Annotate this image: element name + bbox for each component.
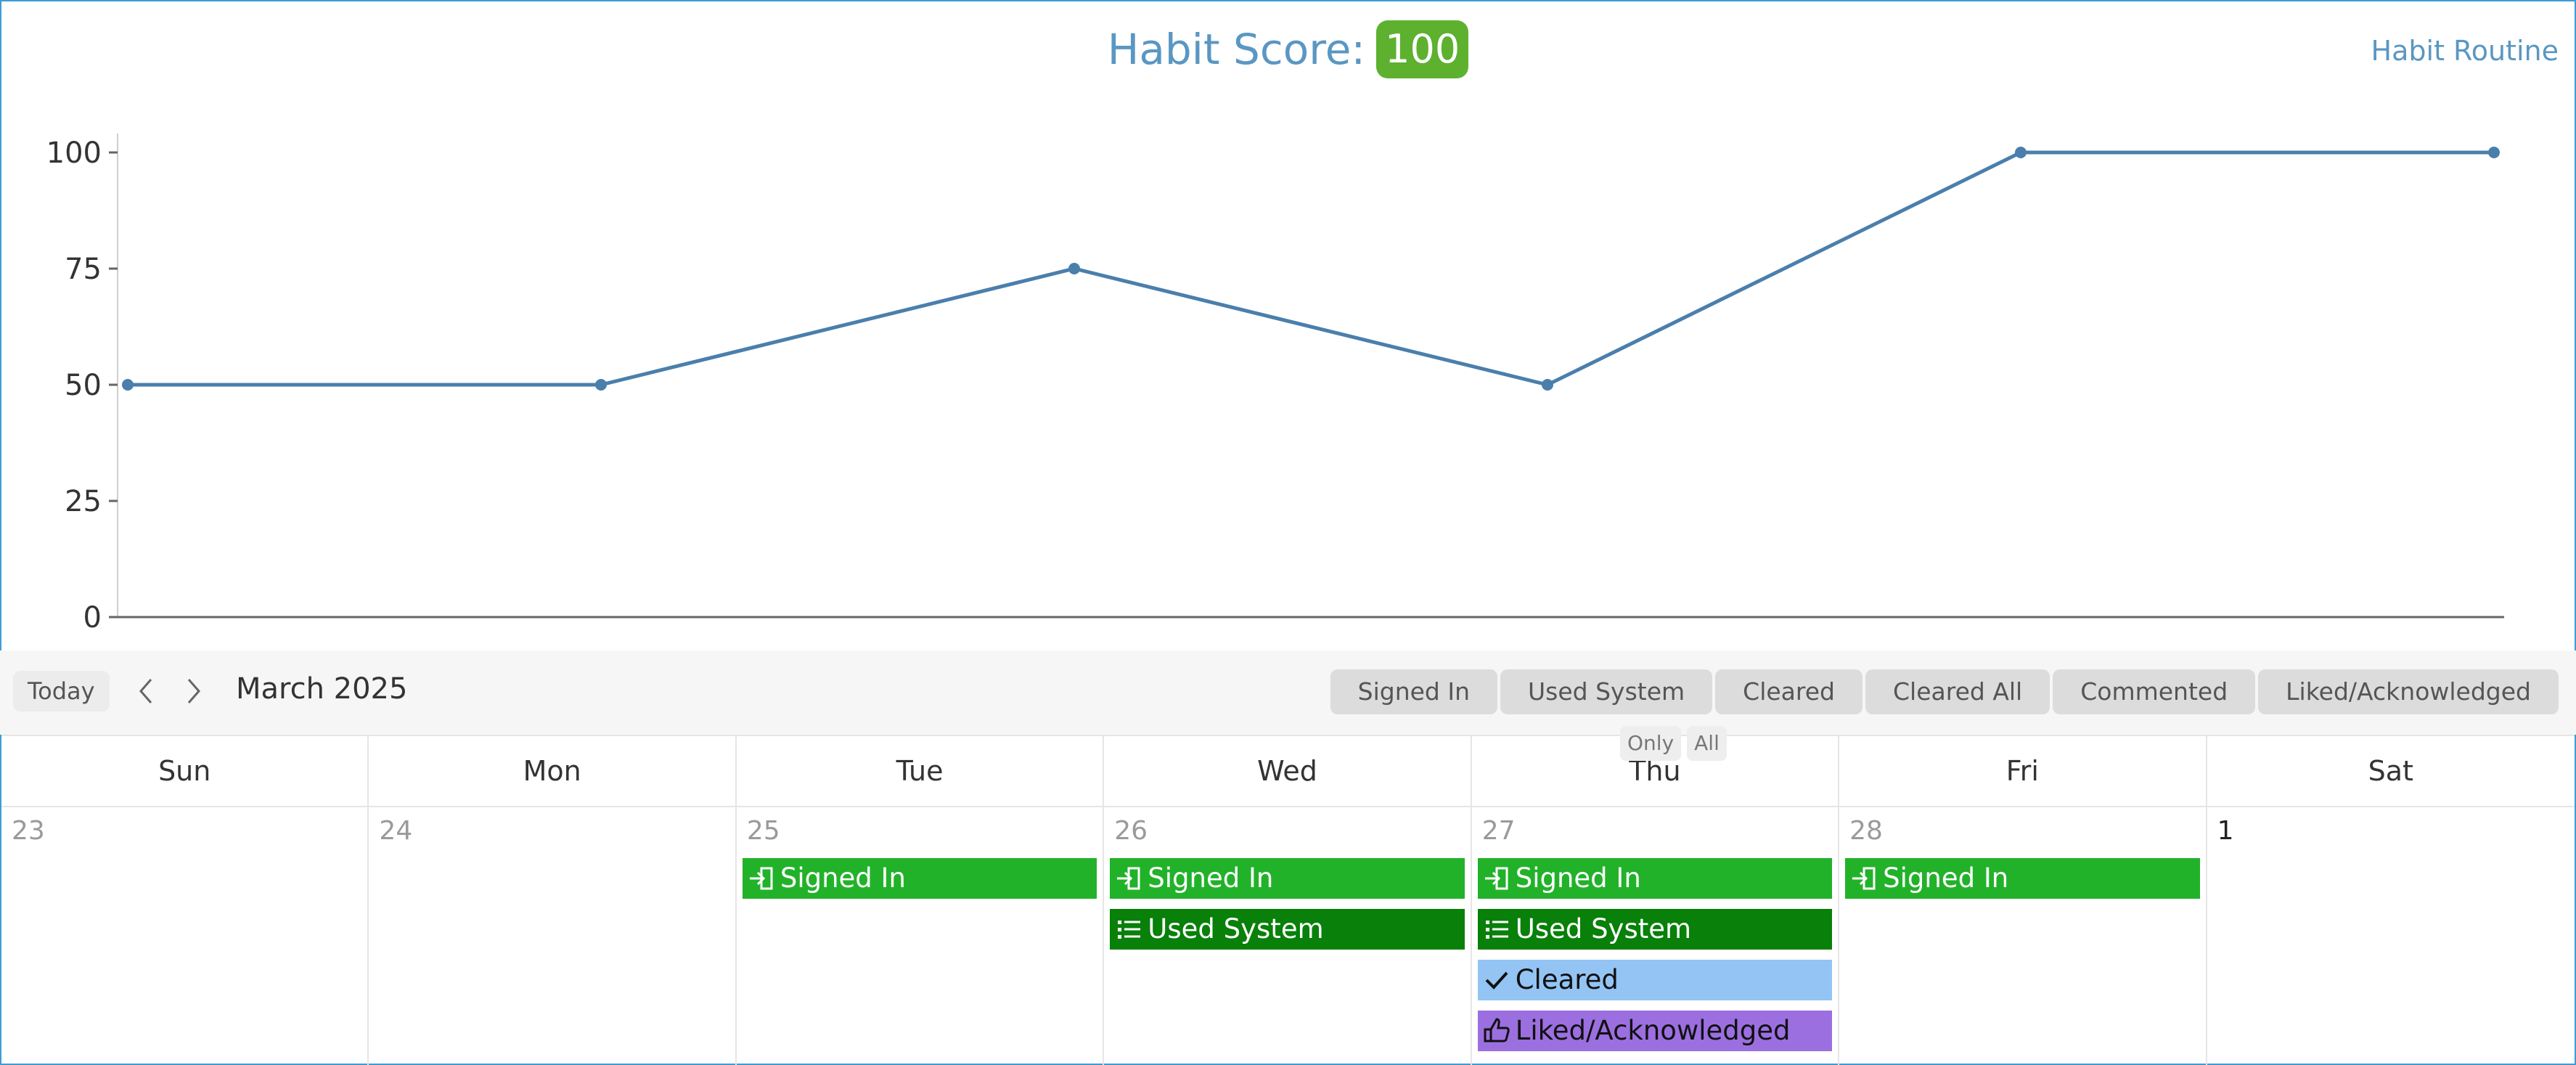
thumbs-up-icon [1484, 1018, 1510, 1042]
calendar-grid: Sun Mon Tue Wed Thu Fri Sat 23 24 25 Sig… [1, 735, 2575, 1065]
filter-commented[interactable]: Commented [2053, 669, 2256, 714]
day-number: 26 [1114, 816, 1148, 846]
dow-wed: Wed [1104, 736, 1472, 806]
filter-used-system[interactable]: Used System [1500, 669, 1713, 714]
event-signed-in[interactable]: Signed In [1845, 858, 2200, 899]
event-filters: Signed In Used System Cleared Cleared Al… [1330, 669, 2559, 714]
event-label: Liked/Acknowledged [1515, 1015, 1791, 1046]
calendar-header: Sun Mon Tue Wed Thu Fri Sat [1, 735, 2575, 807]
day-number: 23 [12, 816, 45, 846]
y-tick-label: 25 [65, 485, 102, 518]
filter-liked[interactable]: Liked/Acknowledged [2258, 669, 2559, 714]
dow-sun: Sun [1, 736, 369, 806]
filter-cleared-all[interactable]: Cleared All [1865, 669, 2050, 714]
day-cell[interactable]: 23 [1, 807, 369, 1065]
filter-signed-in[interactable]: Signed In [1330, 669, 1498, 714]
event-label: Signed In [1515, 862, 1641, 894]
calendar-toolbar: Today March 2025 Signed In Used System C… [0, 650, 2576, 735]
sign-in-icon [749, 867, 773, 890]
y-tick-label: 75 [65, 253, 102, 286]
event-used-system[interactable]: Used System [1477, 909, 1833, 950]
list-icon [1118, 921, 1141, 939]
today-button[interactable]: Today [13, 671, 110, 711]
habit-routine-link[interactable]: Habit Routine [2371, 35, 2559, 67]
check-icon [1485, 971, 1508, 989]
chevron-left-icon[interactable] [132, 677, 161, 706]
y-tick-label: 0 [83, 601, 102, 632]
event-label: Used System [1515, 913, 1692, 944]
filter-popover: Only All [1620, 726, 1727, 761]
event-used-system[interactable]: Used System [1110, 909, 1465, 950]
event-cleared[interactable]: Cleared [1477, 960, 1833, 1000]
event-label: Cleared [1515, 964, 1619, 995]
event-signed-in[interactable]: Signed In [1477, 858, 1833, 899]
series-line [128, 150, 2494, 387]
data-point [2488, 147, 2500, 158]
data-point [1542, 379, 1553, 391]
filter-all-button[interactable]: All [1687, 726, 1727, 761]
calendar-week-row: 23 24 25 Signed In 26 Signed In Used Sys… [1, 807, 2575, 1065]
day-cell[interactable]: 26 Signed In Used System [1104, 807, 1472, 1065]
data-point [1068, 263, 1080, 274]
day-number: 24 [379, 816, 413, 846]
day-cell[interactable]: 1 [2207, 807, 2575, 1065]
day-cell[interactable]: 24 [369, 807, 737, 1065]
data-point [2015, 147, 2027, 158]
filter-cleared[interactable]: Cleared [1715, 669, 1863, 714]
event-label: Used System [1148, 913, 1324, 944]
event-list: Signed In Used System Cleared Liked/Ackn… [1477, 858, 1833, 1051]
day-cell[interactable]: 27 Signed In Used System Cleared Liked/A… [1472, 807, 1840, 1065]
dow-sat: Sat [2368, 755, 2413, 787]
chart-axes: 0 25 50 75 100 [46, 134, 2504, 632]
day-number: 27 [1481, 816, 1516, 846]
sign-in-icon [1117, 867, 1140, 890]
data-point [122, 379, 134, 391]
day-number: 28 [1849, 816, 1883, 846]
sign-in-icon [1484, 867, 1508, 890]
event-liked[interactable]: Liked/Acknowledged [1477, 1011, 1833, 1051]
dow-tue: Tue [737, 736, 1105, 806]
filter-only-button[interactable]: Only [1620, 726, 1682, 761]
sign-in-icon [1852, 867, 1876, 890]
score-label: Habit Score: [1107, 25, 1366, 74]
habit-score-chart: 0 25 50 75 100 [46, 134, 2504, 632]
event-list: Signed In [742, 858, 1097, 899]
month-label: March 2025 [236, 672, 408, 706]
chart-series [122, 147, 2500, 391]
dow-fri: Fri [1839, 736, 2207, 806]
data-point [595, 379, 607, 391]
y-tick-label: 100 [46, 136, 102, 170]
event-label: Signed In [780, 862, 906, 894]
y-tick-label: 50 [65, 369, 102, 402]
day-cell[interactable]: 28 Signed In [1839, 807, 2207, 1065]
habit-score-header: Habit Score: 100 [0, 20, 2576, 78]
list-icon [1485, 921, 1508, 939]
event-signed-in[interactable]: Signed In [742, 858, 1097, 899]
dow-mon: Mon [369, 736, 737, 806]
day-cell[interactable]: 25 Signed In [737, 807, 1105, 1065]
event-list: Signed In [1845, 858, 2200, 899]
day-number: 25 [746, 816, 780, 846]
event-label: Signed In [1148, 862, 1274, 894]
event-label: Signed In [1883, 862, 2009, 894]
chevron-right-icon[interactable] [179, 677, 208, 706]
event-signed-in[interactable]: Signed In [1110, 858, 1465, 899]
event-list: Signed In Used System [1110, 858, 1465, 950]
score-badge: 100 [1376, 20, 1469, 78]
day-number: 1 [2217, 816, 2234, 846]
